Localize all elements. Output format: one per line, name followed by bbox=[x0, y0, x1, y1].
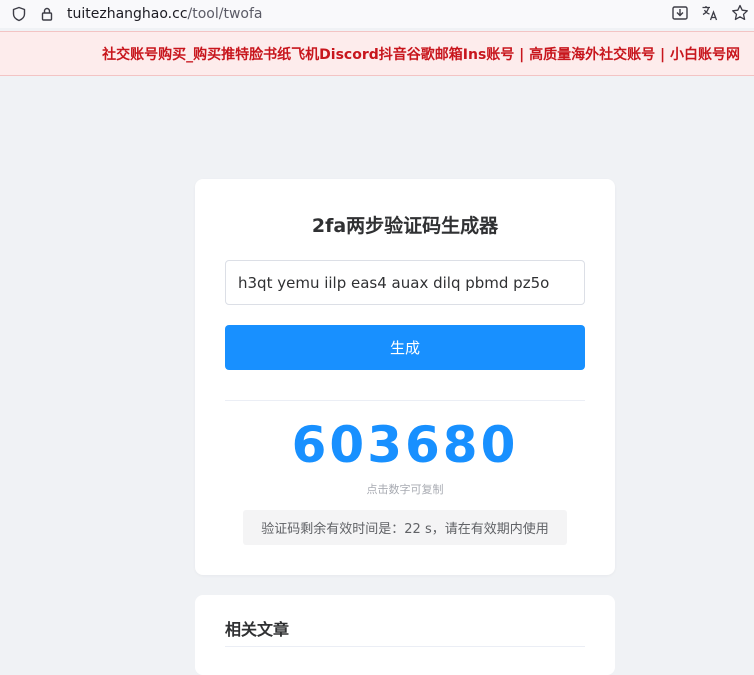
browser-address-bar: tuitezhanghao.cc/tool/twofa bbox=[0, 0, 754, 28]
verification-code[interactable]: 603680 bbox=[195, 415, 615, 475]
download-icon[interactable] bbox=[670, 3, 690, 23]
related-articles-title: 相关文章 bbox=[225, 620, 290, 639]
announcement-banner: 社交账号购买_购买推特脸书纸飞机Discord抖音谷歌邮箱Ins账号 | 高质量… bbox=[0, 31, 754, 76]
timer-notice: 验证码剩余有效时间是：22 s，请在有效期内使用 bbox=[243, 510, 567, 545]
star-icon[interactable] bbox=[730, 3, 750, 23]
lock-icon[interactable] bbox=[39, 6, 55, 22]
related-articles-card: 相关文章 bbox=[195, 595, 615, 675]
url-host: tuitezhanghao.cc bbox=[67, 6, 188, 22]
twofa-generator-card: 2fa两步验证码生成器 生成 603680 点击数字可复制 验证码剩余有效时间是… bbox=[195, 179, 615, 575]
url-field[interactable]: tuitezhanghao.cc/tool/twofa bbox=[67, 6, 263, 22]
generate-button[interactable]: 生成 bbox=[225, 325, 585, 370]
divider bbox=[225, 400, 585, 401]
secret-key-input[interactable] bbox=[225, 260, 585, 305]
translate-icon[interactable] bbox=[700, 3, 720, 23]
shield-icon[interactable] bbox=[11, 6, 27, 22]
address-bar-right bbox=[670, 3, 750, 23]
related-divider bbox=[225, 646, 585, 647]
banner-link[interactable]: 社交账号购买_购买推特脸书纸飞机Discord抖音谷歌邮箱Ins账号 | 高质量… bbox=[102, 44, 740, 64]
address-bar-left bbox=[0, 6, 55, 22]
url-path: /tool/twofa bbox=[187, 6, 263, 22]
copy-hint: 点击数字可复制 bbox=[366, 483, 444, 496]
timer-text: 验证码剩余有效时间是：22 s，请在有效期内使用 bbox=[261, 522, 549, 537]
page-title: 2fa两步验证码生成器 bbox=[311, 215, 499, 237]
